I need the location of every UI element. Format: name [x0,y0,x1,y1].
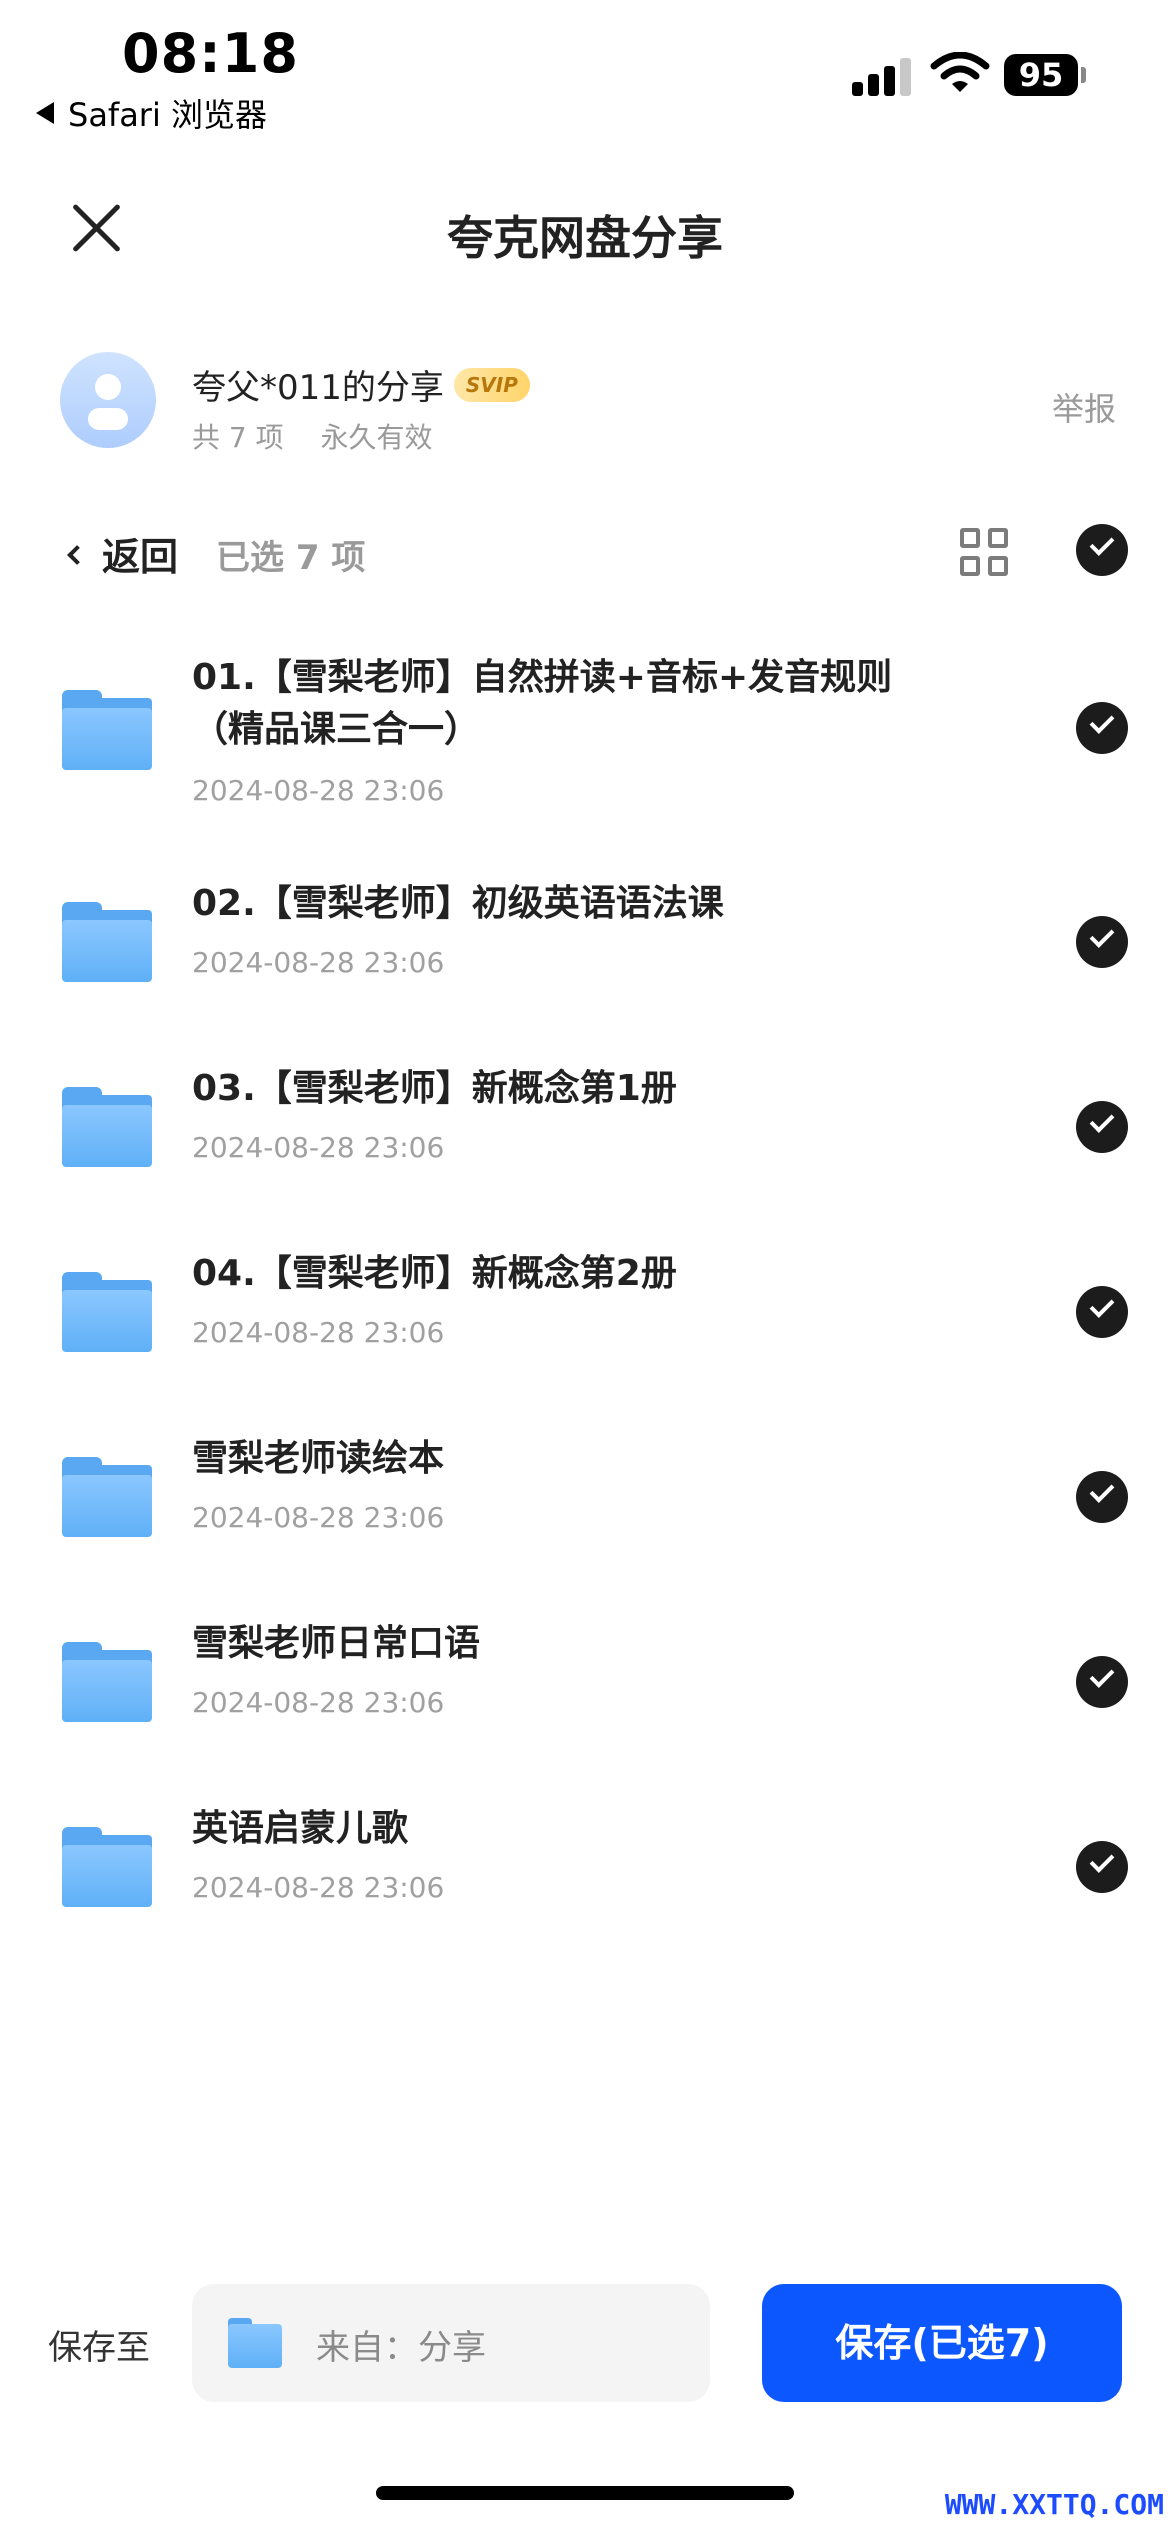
file-date: 2024-08-28 23:06 [192,1686,445,1719]
file-name: 01.【雪梨老师】自然拼读+音标+发音规则（精品课三合一） [192,657,893,750]
back-label: 返回 [102,535,179,579]
folder-icon [62,1272,152,1352]
back-button[interactable]: 返回 [67,526,179,581]
grid-view-icon[interactable] [960,528,1010,578]
status-bar: 08:18 Safari 浏览器 95 [0,0,1170,140]
avatar-body [88,408,128,430]
back-app-label: Safari 浏览器 [68,96,268,134]
select-all-check-icon[interactable] [1076,524,1128,576]
item-check-icon[interactable] [1076,916,1128,968]
folder-icon [62,1457,152,1537]
destination-selector[interactable]: 来自：分享 [192,2284,710,2402]
file-name: 02.【雪梨老师】初级英语语法课 [192,883,724,924]
file-date: 2024-08-28 23:06 [192,1316,445,1349]
back-to-safari[interactable]: Safari 浏览器 [36,90,267,136]
watermark: WWW.XXTTQ.COM [944,2488,1164,2521]
file-date: 2024-08-28 23:06 [192,946,445,979]
file-date: 2024-08-28 23:06 [192,1871,445,1904]
page-title: 夸克网盘分享 [447,211,723,265]
folder-icon [62,1087,152,1167]
home-indicator[interactable] [376,2486,794,2500]
save-button[interactable]: 保存(已选7) [762,2284,1122,2402]
file-name: 03.【雪梨老师】新概念第1册 [192,1068,677,1109]
status-time: 08:18 [122,22,299,85]
battery-icon: 95 [1004,54,1078,96]
folder-icon [62,1827,152,1907]
sharer-name-text: 夸父*011的分享 [192,368,444,408]
item-check-icon[interactable] [1076,1841,1128,1893]
svip-badge: SVIP [453,367,530,402]
avatar [60,352,156,448]
wifi-icon [930,52,990,92]
item-check-icon[interactable] [1076,1101,1128,1153]
file-name: 英语启蒙儿歌 [192,1808,409,1849]
item-check-icon[interactable] [1076,702,1128,754]
folder-icon [62,690,152,770]
folder-icon [62,902,152,982]
avatar-head [95,374,121,400]
folder-icon [228,2318,282,2368]
report-button[interactable]: 举报 [1052,384,1116,430]
file-date: 2024-08-28 23:06 [192,1501,445,1534]
back-triangle-icon [36,102,54,124]
battery-cap [1081,67,1086,83]
chevron-left-icon [67,544,87,565]
folder-icon [62,1642,152,1722]
cellular-signal-icon [852,56,912,96]
file-name: 雪梨老师读绘本 [192,1438,445,1479]
validity: 永久有效 [320,421,433,454]
file-name: 雪梨老师日常口语 [192,1623,481,1664]
item-check-icon[interactable] [1076,1656,1128,1708]
selected-count: 已选 7 项 [216,538,366,578]
sharer-name: 夸父*011的分享 SVIP [192,360,530,409]
file-date: 2024-08-28 23:06 [192,1131,445,1164]
item-count: 共 7 项 [192,421,284,454]
save-to-label: 保存至 [48,2328,150,2368]
destination-text: 来自：分享 [316,2328,486,2368]
item-check-icon[interactable] [1076,1471,1128,1523]
file-name: 04.【雪梨老师】新概念第2册 [192,1253,677,1294]
file-date: 2024-08-28 23:06 [192,774,445,807]
sharer-meta: 共 7 项 永久有效 [192,416,433,456]
item-check-icon[interactable] [1076,1286,1128,1338]
